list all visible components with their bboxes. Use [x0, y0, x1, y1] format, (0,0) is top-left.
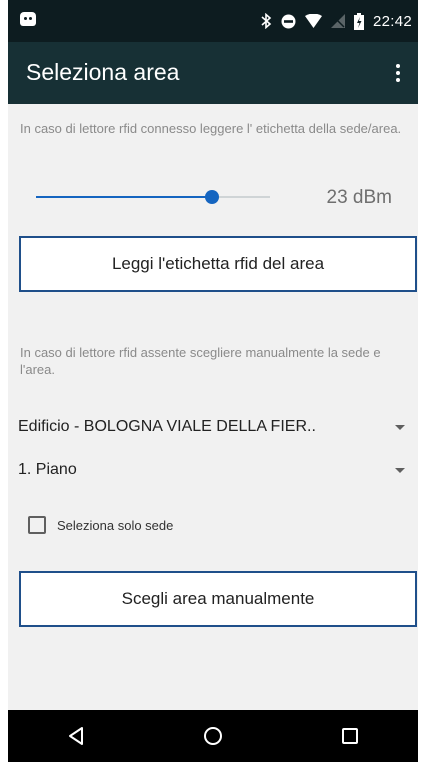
dropdown-arrow-icon — [395, 467, 405, 473]
recents-button[interactable] — [320, 710, 380, 762]
floor-dropdown[interactable]: 1. Piano — [18, 452, 410, 488]
power-slider[interactable] — [36, 182, 270, 212]
choose-area-manually-button[interactable]: Scegli area manualmente — [19, 571, 417, 627]
power-value: 23 dBm — [326, 187, 392, 208]
wifi-icon — [304, 14, 322, 28]
status-time: 22:42 — [372, 12, 412, 30]
menu-dot — [396, 71, 400, 75]
navigation-bar — [8, 710, 418, 762]
dropdown-arrow-icon — [395, 424, 405, 430]
recents-icon — [341, 728, 358, 744]
building-dropdown-value: Edificio - BOLOGNA VIALE DELLA FIER.. — [18, 418, 316, 435]
page-title: Seleziona area — [26, 59, 180, 85]
status-bar: 22:42 — [8, 0, 418, 42]
site-only-checkbox[interactable] — [28, 516, 46, 534]
menu-dot — [396, 64, 400, 68]
phone-screen: 22:42 Seleziona area In caso di lettore … — [8, 0, 418, 762]
status-icons: 22:42 — [260, 0, 412, 42]
floor-dropdown-value: 1. Piano — [18, 461, 77, 478]
back-icon — [69, 727, 84, 745]
rfid-hint-text: In caso di lettore rfid connesso leggere… — [20, 121, 402, 136]
read-rfid-button[interactable]: Leggi l'etichetta rfid del area — [19, 236, 417, 292]
back-button[interactable] — [46, 710, 106, 762]
manual-hint-text: In caso di lettore rfid assente sceglier… — [20, 345, 381, 377]
more-vert-icon[interactable] — [386, 55, 410, 91]
home-icon — [203, 727, 222, 745]
slider-fill — [36, 196, 212, 198]
menu-dot — [396, 78, 400, 82]
do-not-disturb-icon — [281, 14, 296, 28]
no-signal-icon — [330, 14, 345, 28]
android-notification-icon — [20, 12, 36, 26]
slider-thumb[interactable] — [204, 190, 219, 204]
site-only-label: Seleziona solo sede — [57, 517, 174, 533]
home-button[interactable] — [183, 710, 243, 762]
building-dropdown[interactable]: Edificio - BOLOGNA VIALE DELLA FIER.. — [18, 409, 410, 445]
battery-icon — [353, 12, 364, 30]
bluetooth-icon — [261, 13, 272, 29]
site-only-option[interactable]: Seleziona solo sede — [28, 516, 173, 534]
toolbar: Seleziona area — [8, 42, 418, 104]
